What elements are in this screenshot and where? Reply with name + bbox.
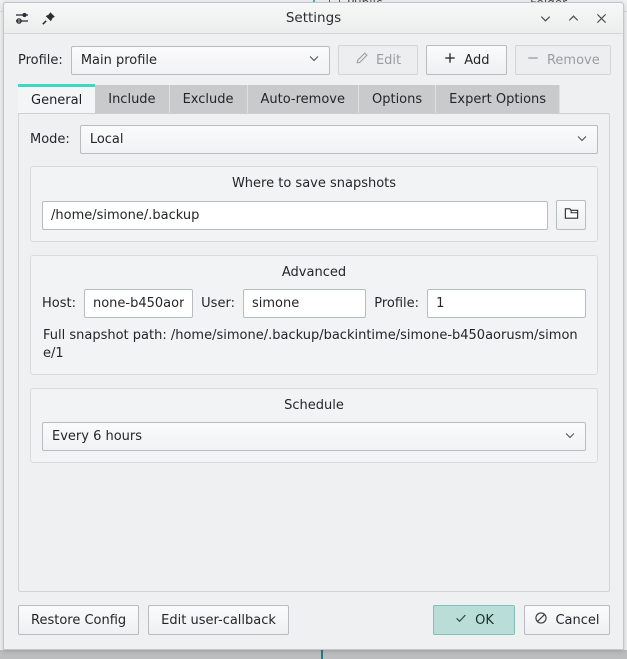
snapshot-path-input[interactable] <box>42 200 548 230</box>
remove-profile-button[interactable]: Remove <box>514 45 611 75</box>
schedule-group: Schedule Every 6 hours <box>30 388 598 463</box>
close-icon[interactable] <box>594 11 609 26</box>
mode-select[interactable]: Local <box>79 125 598 154</box>
settings-tabbar: General Include Exclude Auto-remove Opti… <box>4 84 623 113</box>
ok-button[interactable]: OK <box>433 605 515 635</box>
chevron-down-icon <box>575 131 589 149</box>
remove-profile-label: Remove <box>546 52 600 68</box>
profile-id-input[interactable] <box>427 289 586 318</box>
host-input[interactable] <box>83 289 194 318</box>
mode-label: Mode: <box>30 132 70 147</box>
pin-icon[interactable] <box>41 10 57 26</box>
window-controls <box>538 11 623 26</box>
tab-general-label: General <box>31 92 83 108</box>
schedule-group-title: Schedule <box>284 398 344 413</box>
profile-label: Profile: <box>18 52 63 68</box>
sliders-icon[interactable] <box>15 10 31 26</box>
edit-user-callback-button[interactable]: Edit user-callback <box>148 605 289 635</box>
desktop-background: Public Folder <box>0 0 627 659</box>
profile-select-value: Main profile <box>80 52 158 68</box>
tab-include-label: Include <box>108 91 156 107</box>
user-input[interactable] <box>242 289 367 318</box>
mode-select-value: Local <box>89 132 124 147</box>
tab-exclude-label: Exclude <box>182 91 234 107</box>
advanced-fields-row: Host: User: Profile: <box>42 289 586 318</box>
edit-profile-button[interactable]: Edit <box>338 45 419 75</box>
check-icon <box>454 611 468 629</box>
snapshot-path-row <box>42 200 586 230</box>
minus-icon <box>526 51 540 69</box>
profile-select[interactable]: Main profile <box>70 45 331 75</box>
add-profile-label: Add <box>464 52 490 68</box>
advanced-group-title: Advanced <box>281 265 347 280</box>
general-tab-panel: Mode: Local Where to save snapshots /hom… <box>18 113 610 592</box>
add-profile-button[interactable]: Add <box>426 45 507 75</box>
no-entry-icon <box>534 611 548 629</box>
cancel-label: Cancel <box>555 612 600 628</box>
profile-id-label: Profile: <box>374 296 420 311</box>
restore-config-button[interactable]: Restore Config <box>18 605 140 635</box>
user-label: User: <box>201 296 235 311</box>
ok-label: OK <box>475 612 494 628</box>
background-bottom-tick <box>321 650 323 659</box>
mode-row: Mode: Local <box>30 125 598 154</box>
settings-dialog: Settings Profile: Main profile Edit Add … <box>3 2 624 650</box>
dialog-titlebar[interactable]: Settings <box>4 3 623 34</box>
schedule-select[interactable]: Every 6 hours <box>42 422 586 451</box>
full-snapshot-path-text: Full snapshot path: /home/simone/.backup… <box>43 328 578 361</box>
folder-open-icon <box>563 205 580 225</box>
tab-general[interactable]: General <box>18 84 96 113</box>
cancel-button[interactable]: Cancel <box>524 605 610 635</box>
tab-options[interactable]: Options <box>358 85 437 113</box>
dialog-title: Settings <box>285 10 342 26</box>
schedule-select-value: Every 6 hours <box>52 429 143 444</box>
chevron-down-icon[interactable] <box>538 11 553 26</box>
tab-include[interactable]: Include <box>95 85 170 113</box>
tab-expert-options[interactable]: Expert Options <box>436 85 561 113</box>
chevron-down-icon <box>307 51 321 69</box>
edit-profile-label: Edit <box>375 52 402 68</box>
snapshots-group: Where to save snapshots <box>30 166 598 242</box>
browse-folder-button[interactable] <box>556 200 586 230</box>
dialog-button-bar: Restore Config Edit user-callback OK Can… <box>4 592 623 649</box>
host-label: Host: <box>42 296 76 311</box>
chevron-up-icon[interactable] <box>566 11 581 26</box>
tab-options-label: Options <box>371 91 423 107</box>
profile-row: Profile: Main profile Edit Add Remove <box>4 34 623 84</box>
tab-auto-remove-label: Auto-remove <box>260 91 345 107</box>
advanced-group: Advanced Host: User: Profile: Full snaps… <box>30 255 598 375</box>
snapshots-group-title: Where to save snapshots <box>231 176 397 191</box>
chevron-down-icon <box>563 428 577 446</box>
pencil-icon <box>355 51 369 69</box>
tab-auto-remove[interactable]: Auto-remove <box>247 85 359 113</box>
edit-user-callback-label: Edit user-callback <box>161 612 276 628</box>
titlebar-left-icons <box>4 10 57 26</box>
background-bottom-bar <box>0 650 627 659</box>
restore-config-label: Restore Config <box>31 612 127 628</box>
tab-exclude[interactable]: Exclude <box>169 85 248 113</box>
tab-expert-options-label: Expert Options <box>449 91 547 107</box>
plus-icon <box>443 51 457 69</box>
